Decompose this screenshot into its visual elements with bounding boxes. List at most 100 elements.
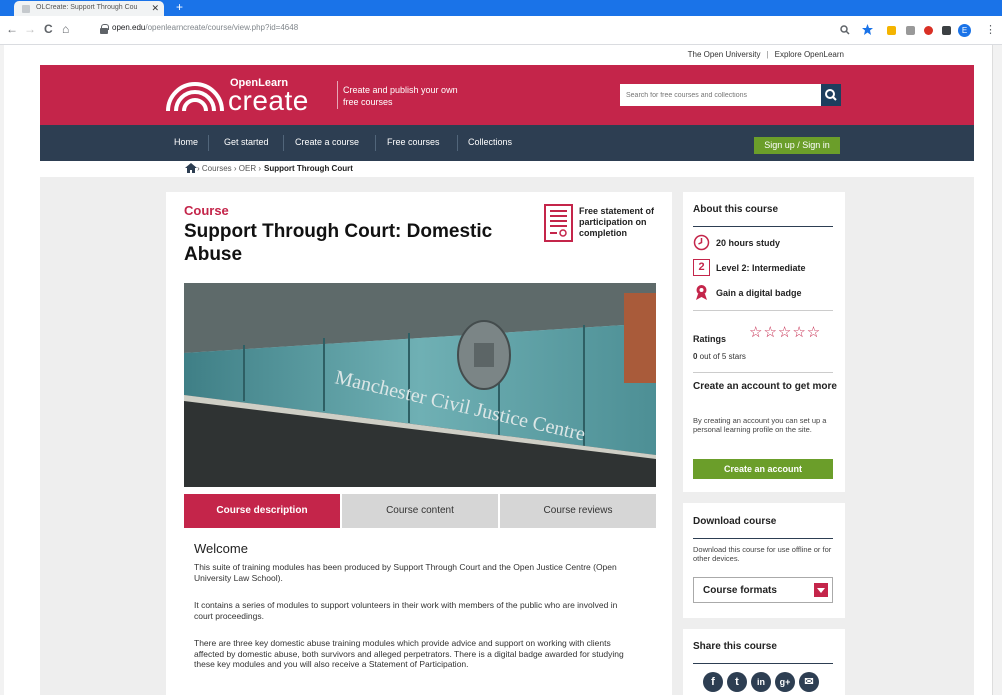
badge-icon	[696, 285, 707, 300]
welcome-heading: Welcome	[194, 541, 248, 556]
breadcrumb-current: Support Through Court	[264, 163, 353, 173]
clock-icon	[693, 234, 710, 251]
digital-badge-text: Gain a digital badge	[716, 287, 802, 298]
new-tab-button[interactable]: +	[176, 0, 183, 14]
favicon-icon	[22, 5, 30, 13]
home-icon[interactable]: ⌂	[62, 22, 69, 36]
rating-stars-icon[interactable]: ☆☆☆☆☆	[749, 323, 821, 341]
logo-create-text: create	[228, 85, 309, 116]
course-main-panel: Course Support Through Court: Domestic A…	[166, 192, 672, 695]
back-icon[interactable]: ←	[6, 22, 18, 36]
site-header: OpenLearn create Create and publish your…	[40, 65, 974, 125]
reload-icon[interactable]: C	[44, 22, 53, 36]
course-tabs: Course description Course content Course…	[184, 494, 656, 528]
account-heading: Create an account to get more	[693, 381, 837, 392]
description-paragraph: There are three key domestic abuse train…	[194, 638, 624, 669]
divider	[693, 538, 833, 539]
close-tab-icon[interactable]: ✕	[151, 3, 159, 14]
about-course-panel: About this course 20 hours study 2 Level…	[683, 192, 845, 492]
rating-summary: 0 out of 5 stars	[693, 352, 746, 361]
browser-tab[interactable]: OLCreate: Support Through Cou ✕	[14, 1, 164, 16]
download-course-panel: Download course Download this course for…	[683, 503, 845, 618]
study-hours-text: 20 hours study	[716, 237, 781, 248]
certificate-text: Free statement of participation on compl…	[579, 206, 655, 238]
nav-free-courses[interactable]: Free courses	[387, 137, 440, 147]
course-formats-select[interactable]: Course formats	[693, 577, 833, 603]
profile-avatar[interactable]: E	[958, 24, 971, 37]
google-plus-icon[interactable]: g+	[775, 672, 795, 692]
digital-badge: Gain a digital badge	[693, 284, 802, 301]
browser-menu-icon[interactable]: ⋮	[985, 23, 996, 36]
study-hours: 20 hours study	[693, 234, 780, 251]
page-title: Support Through Court: Domestic Abuse	[184, 221, 493, 265]
tab-course-reviews[interactable]: Course reviews	[500, 494, 656, 528]
lock-icon	[100, 24, 109, 34]
nav-get-started[interactable]: Get started	[224, 137, 269, 147]
certificate-lines	[550, 210, 567, 237]
level-icon: 2	[693, 259, 710, 276]
course-kicker: Course	[184, 203, 229, 218]
address-bar[interactable]: open.edu/openlearncreate/course/view.php…	[96, 20, 866, 40]
extension-icon[interactable]	[924, 26, 933, 35]
url-text: open.edu/openlearncreate/course/view.php…	[112, 23, 299, 32]
chevron-down-icon[interactable]	[814, 583, 828, 597]
left-gutter	[0, 45, 4, 695]
search-button[interactable]	[821, 84, 841, 106]
email-icon[interactable]: ✉	[799, 672, 819, 692]
extension-icon[interactable]	[906, 26, 915, 35]
search-icon	[825, 89, 837, 101]
breadcrumb-path[interactable]: › Courses › OER ›	[197, 164, 261, 173]
nav-separator	[208, 135, 209, 151]
header-tagline: Create and publish your own free courses	[343, 85, 458, 107]
ratings-label: Ratings	[693, 334, 727, 344]
nav-create-course[interactable]: Create a course	[295, 137, 359, 147]
extensions-puzzle-icon[interactable]	[942, 26, 951, 35]
browser-toolbar: ← → C ⌂ open.edu/openlearncreate/course/…	[0, 16, 1002, 45]
description-paragraph: It contains a series of modules to suppo…	[194, 600, 618, 621]
linkedin-icon[interactable]: in	[751, 672, 771, 692]
course-level: 2 Level 2: Intermediate	[693, 259, 806, 276]
scrollbar[interactable]	[992, 45, 1002, 695]
home-icon[interactable]	[185, 163, 197, 173]
download-heading: Download course	[693, 516, 777, 527]
search-input[interactable]	[620, 84, 824, 106]
explore-openlearn-link[interactable]: Explore OpenLearn	[775, 50, 844, 59]
course-hero-image: Manchester Civil Justice Centre	[184, 283, 656, 487]
twitter-icon[interactable]: t	[727, 672, 747, 692]
account-text: By creating an account you can set up a …	[693, 416, 827, 434]
nav-separator	[283, 135, 284, 151]
course-formats-label: Course formats	[703, 585, 777, 596]
share-heading: Share this course	[693, 641, 777, 652]
tab-title: OLCreate: Support Through Cou	[36, 4, 138, 11]
divider	[693, 226, 833, 227]
create-account-button[interactable]: Create an account	[693, 459, 833, 479]
bookmark-star-icon[interactable]	[862, 24, 873, 35]
top-links: The Open University | Explore OpenLearn	[688, 50, 844, 59]
facebook-icon[interactable]: f	[703, 672, 723, 692]
share-course-panel: Share this course f t in g+ ✉	[683, 629, 845, 695]
logo-divider	[337, 81, 338, 109]
nav-collections[interactable]: Collections	[468, 137, 512, 147]
tab-course-description[interactable]: Course description	[184, 494, 340, 528]
open-university-link[interactable]: The Open University	[688, 50, 761, 59]
forward-icon[interactable]: →	[24, 22, 36, 36]
divider	[693, 663, 833, 664]
sign-in-button[interactable]: Sign up / Sign in	[754, 137, 840, 154]
openlearn-logo-icon[interactable]	[164, 79, 226, 111]
description-paragraph: This suite of training modules has been …	[194, 562, 617, 583]
rating-suffix: out of 5 stars	[697, 352, 746, 361]
course-level-text: Level 2: Intermediate	[716, 262, 806, 273]
nav-home[interactable]: Home	[174, 137, 198, 147]
nav-separator	[457, 135, 458, 151]
top-links-separator: |	[766, 50, 769, 59]
tab-course-content[interactable]: Course content	[342, 494, 498, 528]
certificate-icon	[544, 204, 573, 242]
breadcrumb: › Courses › OER › Support Through Court	[185, 163, 353, 173]
main-nav: Home Get started Create a course Free co…	[40, 125, 974, 161]
divider	[693, 372, 833, 373]
browser-tab-bar: OLCreate: Support Through Cou ✕ +	[0, 0, 1002, 16]
zoom-icon[interactable]	[840, 25, 850, 35]
extension-icon[interactable]	[887, 26, 896, 35]
divider	[693, 310, 833, 311]
download-text: Download this course for use offline or …	[693, 545, 832, 563]
